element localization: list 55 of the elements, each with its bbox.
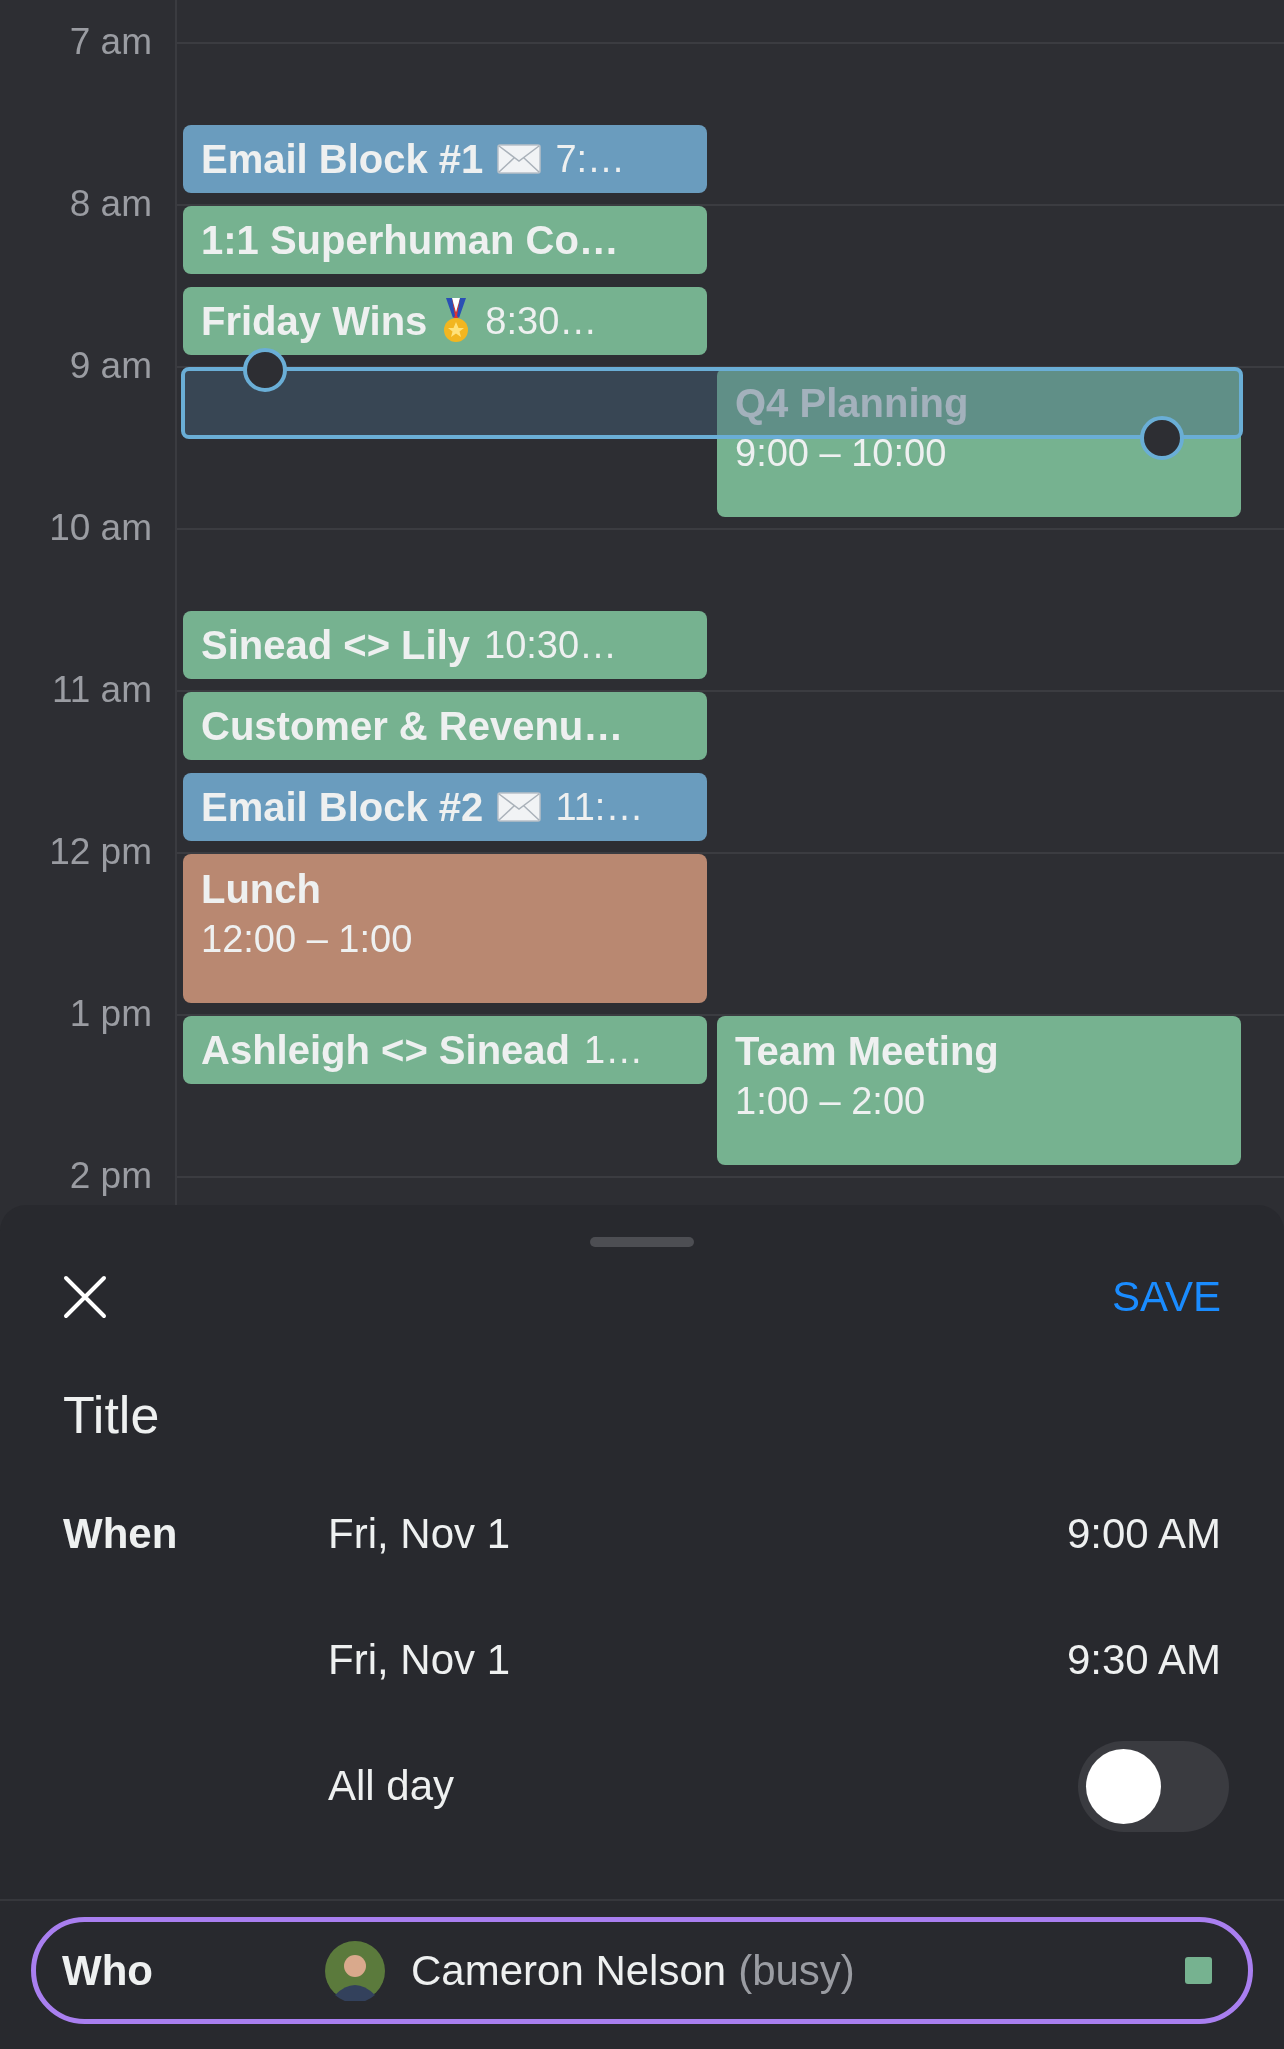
event-title: 1:1 Superhuman Co… bbox=[201, 217, 619, 264]
avatar-icon bbox=[325, 1940, 385, 2001]
event-title: Lunch bbox=[201, 866, 321, 913]
time-value[interactable]: 9:30 AM bbox=[1066, 1636, 1221, 1684]
calendar-event[interactable]: Ashleigh <> Sinead 1… bbox=[183, 1016, 707, 1084]
hour-label: 11 am bbox=[50, 668, 152, 712]
calendar-event[interactable]: Sinead <> Lily 10:30… bbox=[183, 611, 707, 679]
calendar-event[interactable]: Q4 Planning 9:00 – 10:00 bbox=[717, 368, 1241, 517]
drag-handle[interactable] bbox=[590, 1237, 694, 1247]
event-time: 10:30… bbox=[484, 623, 618, 667]
event-time: 9:00 – 10:00 bbox=[735, 431, 947, 476]
resize-handle[interactable] bbox=[243, 348, 287, 392]
envelope-icon bbox=[497, 792, 542, 822]
hour-label: 12 pm bbox=[48, 830, 152, 874]
event-time: 11:… bbox=[555, 785, 644, 829]
attendee-name: Cameron Nelson bbox=[411, 1946, 727, 1995]
event-title: Customer & Revenu… bbox=[201, 703, 624, 750]
event-title: Email Block #2 bbox=[201, 784, 484, 831]
hour-label: 8 am bbox=[68, 182, 152, 226]
date-value[interactable]: Fri, Nov 1 bbox=[328, 1636, 511, 1684]
save-button[interactable]: SAVE bbox=[1112, 1273, 1221, 1321]
all-day-label: All day bbox=[328, 1762, 455, 1810]
hour-label: 10 am bbox=[48, 506, 152, 550]
event-title: Ashleigh <> Sinead bbox=[201, 1027, 570, 1074]
event-title: Q4 Planning bbox=[735, 380, 969, 427]
hour-label: 2 pm bbox=[68, 1154, 152, 1198]
event-time: 7:… bbox=[555, 137, 626, 181]
event-title: Team Meeting bbox=[735, 1028, 999, 1075]
hour-label: 7 am bbox=[68, 20, 152, 64]
event-time: 1… bbox=[584, 1028, 644, 1072]
calendar-event[interactable]: Email Block #1 7:… bbox=[183, 125, 707, 193]
event-time: 1:00 – 2:00 bbox=[735, 1079, 926, 1124]
calendar-event[interactable]: Customer & Revenu… bbox=[183, 692, 707, 760]
calendar-event[interactable]: Friday Wins 8:30… bbox=[183, 287, 707, 355]
event-title: Friday Wins bbox=[201, 298, 428, 345]
when-label: When bbox=[63, 1509, 179, 1559]
envelope-icon bbox=[497, 144, 542, 174]
close-icon[interactable] bbox=[63, 1275, 107, 1319]
hour-label: 9 am bbox=[68, 344, 152, 388]
calendar-event[interactable]: Email Block #2 11:… bbox=[183, 773, 707, 841]
selection-box[interactable] bbox=[181, 367, 1243, 439]
event-title: Email Block #1 bbox=[201, 136, 484, 183]
calendar-event[interactable]: Lunch 12:00 – 1:00 bbox=[183, 854, 707, 1003]
attendee-status: (busy) bbox=[738, 1946, 855, 1995]
calendar-event[interactable]: 1:1 Superhuman Co… bbox=[183, 206, 707, 274]
who-label: Who bbox=[62, 1946, 154, 1995]
event-time: 12:00 – 1:00 bbox=[201, 917, 413, 962]
title-field[interactable]: Title bbox=[63, 1383, 1221, 1447]
event-time: 8:30… bbox=[485, 299, 598, 343]
date-value[interactable]: Fri, Nov 1 bbox=[328, 1510, 511, 1558]
hour-label: 1 pm bbox=[68, 992, 152, 1036]
who-row[interactable]: Who Cameron Nelson (busy) bbox=[31, 1917, 1253, 2024]
calendar-event[interactable]: Team Meeting 1:00 – 2:00 bbox=[717, 1016, 1241, 1165]
time-value[interactable]: 9:00 AM bbox=[1066, 1510, 1221, 1558]
event-title: Sinead <> Lily bbox=[201, 622, 470, 669]
